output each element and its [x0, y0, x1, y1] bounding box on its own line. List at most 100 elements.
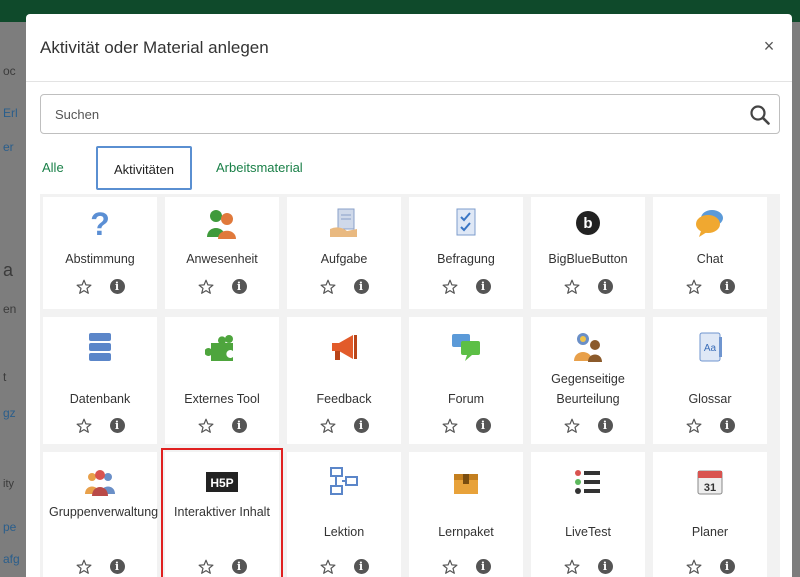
- assignment-icon: [327, 207, 361, 239]
- package-icon: [449, 466, 483, 498]
- info-icon[interactable]: i: [475, 559, 491, 575]
- module-actions: i: [409, 558, 523, 576]
- background-text: er: [3, 140, 14, 154]
- info-icon[interactable]: i: [231, 418, 247, 434]
- background-text: ity: [3, 478, 14, 490]
- module-abstimmung[interactable]: ? Abstimmung i: [43, 197, 157, 309]
- info-icon[interactable]: i: [109, 279, 125, 295]
- module-label: Lernpaket: [438, 525, 494, 539]
- module-label: Externes Tool: [184, 392, 260, 406]
- module-forum[interactable]: Forum i: [409, 317, 523, 444]
- svg-text:Aa: Aa: [704, 343, 717, 354]
- star-icon[interactable]: [76, 279, 92, 295]
- info-icon[interactable]: i: [597, 559, 613, 575]
- info-icon[interactable]: i: [719, 559, 735, 575]
- star-icon[interactable]: [198, 279, 214, 295]
- module-aufgabe[interactable]: Aufgabe i: [287, 197, 401, 309]
- star-icon[interactable]: [320, 418, 336, 434]
- module-datenbank[interactable]: Datenbank i: [43, 317, 157, 444]
- tab-aktivitaeten[interactable]: Aktivitäten: [96, 146, 192, 190]
- question-icon: ?: [83, 206, 117, 242]
- module-actions: i: [43, 417, 157, 435]
- info-icon[interactable]: i: [719, 418, 735, 434]
- star-icon[interactable]: [320, 279, 336, 295]
- module-bigbluebutton[interactable]: b BigBlueButton i: [531, 197, 645, 309]
- module-glossar[interactable]: Aa Glossar i: [653, 317, 767, 444]
- forum-icon: [449, 331, 483, 363]
- info-icon[interactable]: i: [475, 279, 491, 295]
- star-icon[interactable]: [76, 559, 92, 575]
- tab-arbeitsmaterial[interactable]: Arbeitsmaterial: [216, 146, 303, 190]
- info-icon[interactable]: i: [353, 279, 369, 295]
- module-actions: i: [653, 278, 767, 296]
- module-lektion[interactable]: Lektion i: [287, 452, 401, 577]
- info-icon[interactable]: i: [353, 418, 369, 434]
- module-label: BigBlueButton: [548, 252, 628, 266]
- module-gruppenverwaltung[interactable]: Gruppenverwaltung i: [43, 452, 159, 577]
- megaphone-icon: [327, 331, 361, 363]
- module-label: Planer: [691, 525, 729, 539]
- calendar-icon: 31: [693, 466, 727, 498]
- info-icon[interactable]: i: [597, 279, 613, 295]
- module-actions: i: [531, 558, 645, 576]
- star-icon[interactable]: [686, 418, 702, 434]
- module-anwesenheit[interactable]: Anwesenheit i: [165, 197, 279, 309]
- module-lernpaket[interactable]: Lernpaket i: [409, 452, 523, 577]
- background-text: en: [3, 302, 17, 316]
- module-feedback[interactable]: Feedback i: [287, 317, 401, 444]
- module-label: LiveTest: [565, 525, 611, 539]
- module-actions: i: [43, 278, 157, 296]
- star-icon[interactable]: [320, 559, 336, 575]
- background-text: gz: [3, 406, 16, 420]
- search-input[interactable]: [41, 95, 721, 133]
- background-text: pe: [3, 520, 17, 534]
- info-icon[interactable]: i: [597, 418, 613, 434]
- info-icon[interactable]: i: [109, 559, 125, 575]
- chat-icon: [693, 207, 727, 239]
- background-text: Erl: [3, 106, 18, 120]
- info-icon[interactable]: i: [475, 418, 491, 434]
- module-label: Lektion: [323, 525, 365, 539]
- star-icon[interactable]: [686, 559, 702, 575]
- module-chat[interactable]: Chat i: [653, 197, 767, 309]
- search-icon[interactable]: [749, 104, 771, 126]
- module-livetest[interactable]: LiveTest i: [531, 452, 645, 577]
- module-befragung[interactable]: Befragung i: [409, 197, 523, 309]
- module-label: Abstimmung: [65, 252, 135, 266]
- glossary-icon: Aa: [693, 331, 727, 363]
- module-label: Feedback: [316, 392, 372, 406]
- star-icon[interactable]: [442, 279, 458, 295]
- star-icon[interactable]: [564, 559, 580, 575]
- star-icon[interactable]: [76, 418, 92, 434]
- module-label: Glossar: [688, 392, 732, 406]
- info-icon[interactable]: i: [109, 418, 125, 434]
- module-planer[interactable]: 31 Planer i: [653, 452, 767, 577]
- puzzle-icon: [204, 331, 239, 363]
- module-label: Gruppenverwaltung: [49, 505, 159, 519]
- star-icon[interactable]: [442, 418, 458, 434]
- star-icon[interactable]: [198, 418, 214, 434]
- star-icon[interactable]: [564, 418, 580, 434]
- module-label: Chat: [696, 252, 724, 266]
- module-gegenseitige-beurteilung[interactable]: Gegenseitige Beurteilung i: [531, 317, 645, 444]
- info-icon[interactable]: i: [719, 279, 735, 295]
- info-icon[interactable]: i: [353, 559, 369, 575]
- info-icon[interactable]: i: [231, 279, 247, 295]
- module-externes-tool[interactable]: Externes Tool i: [165, 317, 279, 444]
- svg-text:31: 31: [704, 482, 716, 494]
- star-icon[interactable]: [686, 279, 702, 295]
- highlight-frame: [161, 448, 283, 577]
- bigbluebutton-icon: b: [571, 207, 605, 239]
- module-label: Aufgabe: [320, 252, 368, 266]
- workshop-icon: [571, 331, 605, 363]
- close-button[interactable]: ×: [760, 36, 778, 57]
- star-icon[interactable]: [564, 279, 580, 295]
- module-label: Forum: [447, 392, 485, 406]
- module-actions: i: [287, 278, 401, 296]
- star-icon[interactable]: [442, 559, 458, 575]
- module-label: Gegenseitige Beurteilung: [551, 372, 625, 406]
- background-text: a: [3, 260, 14, 280]
- module-label: Befragung: [437, 252, 495, 266]
- tab-alle[interactable]: Alle: [42, 146, 64, 190]
- module-label: Anwesenheit: [186, 252, 258, 266]
